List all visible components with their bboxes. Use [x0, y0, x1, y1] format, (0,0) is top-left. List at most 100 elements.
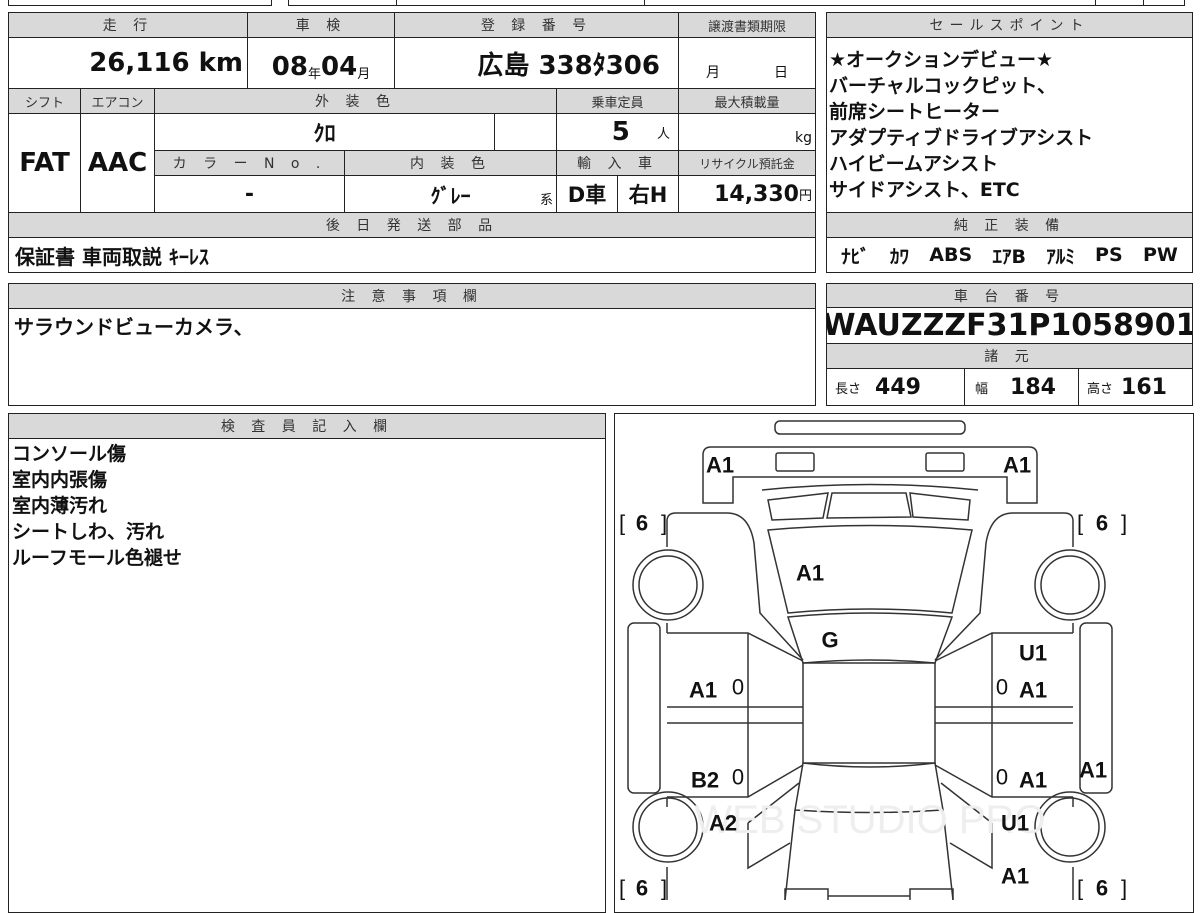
damage-mark: A1 — [1019, 678, 1047, 703]
length-label: 長さ — [835, 381, 862, 397]
interior-color-suffix: 系 — [539, 193, 553, 208]
damage-mark: A1 — [1003, 453, 1031, 478]
tire-depth-front-left: 6 — [636, 876, 648, 901]
mileage-header: 走 行 — [8, 12, 248, 38]
exterior-color-extra — [494, 113, 557, 151]
capacity-number: 5 — [611, 117, 630, 147]
mileage-unit: km — [198, 48, 243, 78]
zero-mark: 0 — [732, 675, 744, 700]
spec-height: 高さ 161 — [1078, 368, 1193, 406]
top-strip-cell — [396, 0, 646, 6]
inspector-line: コンソール傷 — [12, 443, 127, 465]
rear-panel — [702, 446, 1038, 504]
month-unit: 月 — [357, 67, 371, 82]
width-label: 幅 — [975, 381, 989, 397]
spec-length: 長さ 449 — [826, 368, 965, 406]
spec-width: 幅 184 — [964, 368, 1079, 406]
tire-depth-rear-right: 6 — [1096, 511, 1108, 536]
body-right-rear — [934, 512, 1074, 661]
recycle-value: 14,330 円 — [678, 175, 816, 213]
import-steering: 右H — [617, 175, 679, 213]
height-label: 高さ — [1087, 381, 1114, 397]
equipment-item: ｶﾜ — [889, 245, 909, 268]
zero-mark: 0 — [996, 675, 1008, 700]
registration-value: 広島 338ﾀ306 — [394, 37, 679, 89]
top-strip-cell — [1095, 0, 1145, 6]
year-unit: 年 — [307, 67, 321, 82]
exterior-color-header: 外 装 色 — [154, 88, 557, 114]
transfer-deadline-header: 譲渡書類期限 — [678, 12, 816, 38]
sales-points-header: セールスポイント — [826, 12, 1193, 38]
zero-mark: 0 — [732, 765, 744, 790]
import-dealer: D車 — [556, 175, 618, 213]
color-no-header: カ ラ ー N o . — [154, 150, 345, 176]
top-strip-cell — [8, 0, 272, 6]
later-parts-value: 保証書 車両取説 ｷｰﾚｽ — [8, 237, 816, 273]
tire-bracket: [ — [1077, 511, 1083, 536]
aircon-value: AAC — [80, 113, 155, 213]
damage-mark: A2 — [709, 811, 737, 836]
wheel-rear-left — [632, 549, 704, 621]
front-grille — [784, 888, 954, 900]
transfer-day-unit: 日 — [774, 65, 788, 81]
top-strip-cell — [288, 0, 398, 6]
damage-mark: A1 — [1019, 768, 1047, 793]
capacity-unit: 人 — [656, 126, 670, 142]
notes-header: 注 意 事 項 欄 — [8, 283, 816, 309]
equipment-item: ｴｱB — [992, 245, 1026, 268]
tire-depth-front-right: 6 — [1096, 876, 1108, 901]
damage-mark: A1 — [796, 561, 824, 586]
tire-bracket: ] — [1121, 511, 1127, 536]
inspection-month: 04 — [321, 52, 358, 82]
inspection-year: 08 — [271, 52, 308, 82]
inspector-line: シートしわ、汚れ — [12, 521, 165, 543]
tire-bracket: [ — [1077, 876, 1083, 901]
sales-point: ★オークションデビュー★ — [829, 49, 1054, 71]
rear-lamp-left — [775, 452, 815, 472]
later-parts-header: 後 日 発 送 部 品 — [8, 212, 816, 238]
chassis-header: 車 台 番 号 — [826, 283, 1193, 308]
capacity-value: 5 人 — [556, 113, 679, 151]
interior-color-value: ｸﾞﾚｰ 系 — [344, 175, 557, 213]
sales-point: 前席シートヒーター — [829, 101, 1001, 123]
aircon-header: エアコン — [80, 88, 155, 114]
damage-mark: G — [821, 628, 838, 653]
zero-mark: 0 — [996, 765, 1008, 790]
inspector-line: ルーフモール色褪せ — [12, 547, 182, 569]
capacity-header: 乗車定員 — [556, 88, 679, 114]
transfer-deadline-value: 月日 — [678, 37, 816, 89]
roof-rear — [786, 612, 954, 664]
shift-header: シフト — [8, 88, 81, 114]
specs-header: 諸 元 — [826, 343, 1193, 369]
damage-mark: A1 — [1001, 864, 1029, 889]
tire-depth-rear-left: 6 — [636, 511, 648, 536]
equipment-item: ﾅﾋﾞ — [841, 245, 870, 268]
mileage-number: 26,116 — [89, 48, 190, 78]
max-load-value: kg — [678, 113, 816, 151]
color-no-value: - — [154, 175, 345, 213]
car-damage-diagram: WEB STUDIO PRO A1 A1 A1 G U1 A1 A1 B2 A1… — [619, 420, 1127, 901]
chassis-number: WAUZZZF31P1058901 — [826, 307, 1193, 344]
equipment-list: ﾅﾋﾞ ｶﾜ ABS ｴｱB ｱﾙﾐ PS PW — [826, 237, 1193, 273]
watermark: WEB STUDIO PRO — [694, 798, 1045, 842]
tire-bracket: [ — [619, 876, 625, 901]
sales-point: ハイビームアシスト — [829, 153, 999, 175]
registration-header: 登 録 番 号 — [394, 12, 679, 38]
rear-lamp-right — [925, 452, 965, 472]
recycle-unit: 円 — [798, 188, 812, 204]
inspection-value: 08 年 04 月 — [247, 37, 395, 89]
side-sill-left — [627, 622, 661, 794]
top-strip-cell — [1143, 0, 1185, 6]
tire-bracket: ] — [1121, 876, 1127, 901]
inspector-notes: コンソール傷 室内内張傷 室内薄汚れ シートしわ、汚れ ルーフモール色褪せ — [12, 441, 182, 571]
wheel-rear-right — [1034, 549, 1106, 621]
equipment-header: 純 正 装 備 — [826, 212, 1193, 238]
quarter-window-right — [909, 492, 971, 521]
recycle-header: リサイクル預託金 — [678, 150, 816, 176]
interior-color-header: 内 装 色 — [344, 150, 557, 176]
recycle-number: 14,330 — [714, 181, 799, 207]
damage-mark: U1 — [1001, 811, 1029, 836]
equipment-item: ｱﾙﾐ — [1046, 245, 1075, 268]
max-load-header: 最大積載量 — [678, 88, 816, 114]
equipment-item: ABS — [929, 244, 973, 266]
